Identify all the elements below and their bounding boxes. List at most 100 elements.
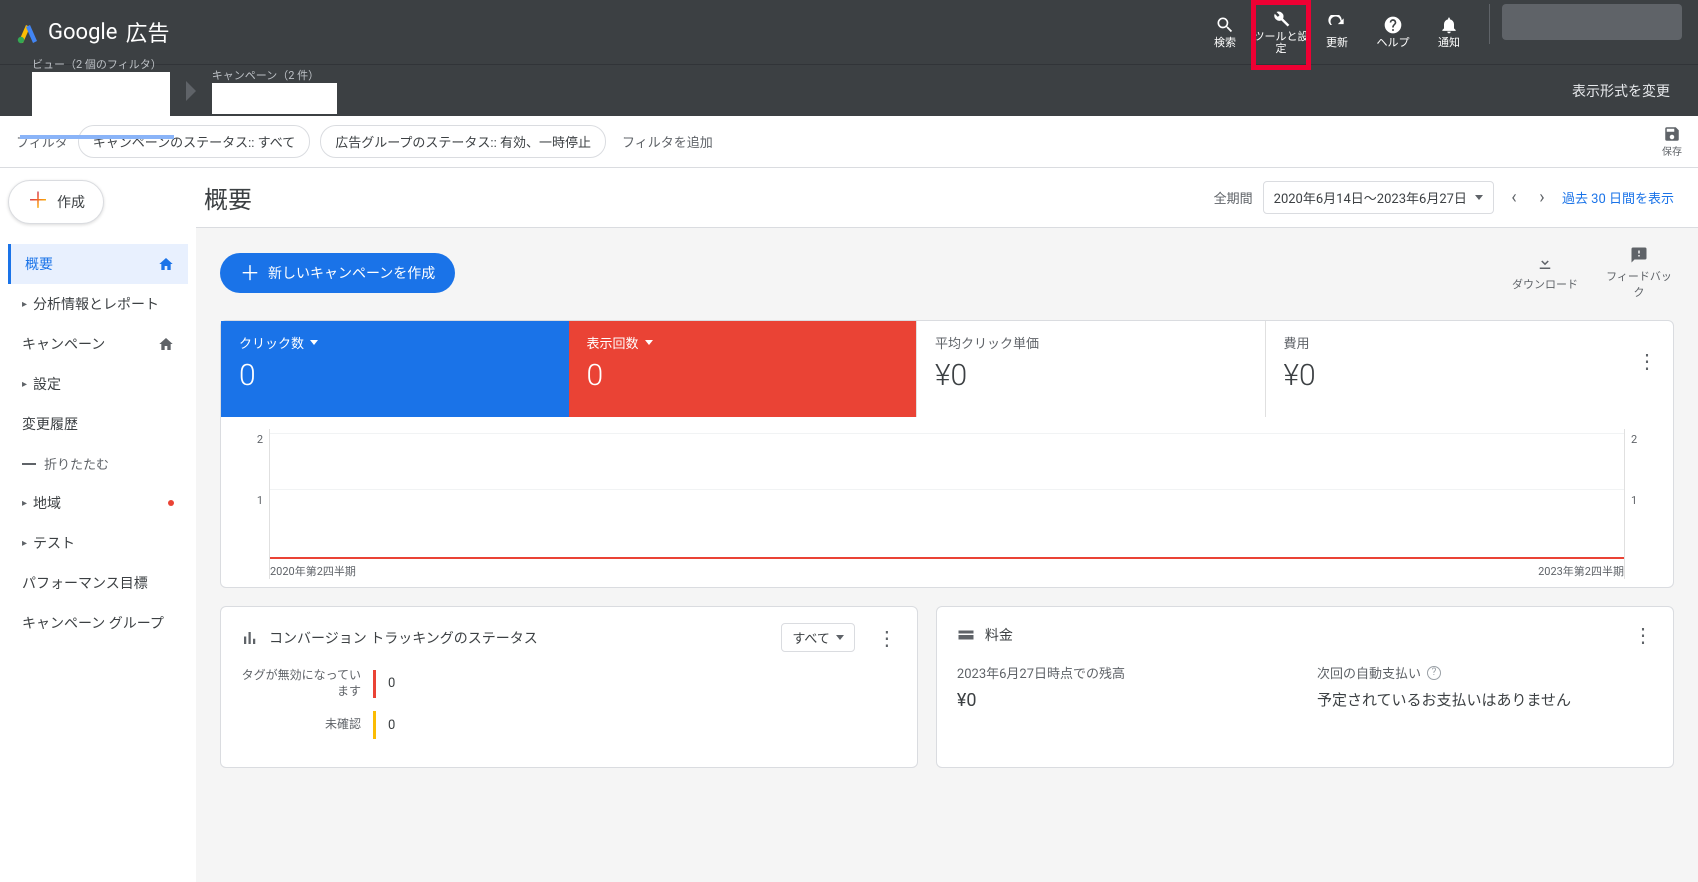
- create-button[interactable]: ＋ 作成: [8, 180, 104, 224]
- billing-card: 料金 ⋮ 2023年6月27日時点での残高 ¥0 次回の自動支払い ?: [936, 606, 1674, 768]
- active-indicator: [20, 135, 174, 139]
- cv-bar-yellow: [373, 711, 376, 739]
- plus-icon: ＋: [240, 263, 260, 283]
- sidebar-collapse[interactable]: 折りたたむ: [8, 444, 188, 483]
- account-switcher[interactable]: [1502, 4, 1682, 40]
- sidebar-item-settings[interactable]: ▸ 設定: [8, 364, 188, 404]
- main-header: 概要 全期間 2020年6月14日～2023年6月27日 ‹ › 過去 30 日…: [196, 168, 1698, 228]
- new-campaign-button[interactable]: ＋ 新しいキャンペーンを作成: [220, 253, 455, 293]
- top-bar: Google 広告 検索 ツールと設定 更新 ヘルプ 通知: [0, 0, 1698, 64]
- notifications-action[interactable]: 通知: [1421, 4, 1477, 60]
- feedback-action[interactable]: フィードバック: [1604, 246, 1674, 300]
- metrics-row: クリック数 0 表示回数 0 平均クリック単価 ¥0 費用: [221, 321, 1673, 417]
- cv-filter-select[interactable]: すべて: [781, 623, 855, 652]
- chevron-down-icon: [274, 109, 282, 114]
- breadcrumb-bar: ビュー（2 個のフィルタ） すべてのキャンペーン キャンペーン（2 件） キャン…: [0, 64, 1698, 116]
- refresh-icon: [1327, 15, 1347, 35]
- sidebar-item-groups[interactable]: キャンペーン グループ: [8, 603, 188, 643]
- sidebar-item-overview[interactable]: 概要: [8, 244, 188, 284]
- sidebar: ＋ 作成 概要 ▸ 分析情報とレポート キャンペーン ▸ 設定 変更履歴 折りた…: [0, 168, 196, 882]
- more-menu[interactable]: ⋮: [1633, 623, 1653, 647]
- sidebar-item-test[interactable]: ▸ テスト: [8, 523, 188, 563]
- cv-row-unverified: 未確認 0: [241, 711, 897, 739]
- chevron-down-icon: [645, 340, 653, 345]
- cv-bar-red: [373, 670, 376, 698]
- refresh-action[interactable]: 更新: [1309, 4, 1365, 60]
- prev-period[interactable]: ‹: [1502, 186, 1526, 210]
- sidebar-item-performance[interactable]: パフォーマンス目標: [8, 563, 188, 603]
- conversion-tracking-card: コンバージョン トラッキングのステータス すべて ⋮ タグが無効になっています …: [220, 606, 918, 768]
- tools-settings-action[interactable]: ツールと設定: [1253, 4, 1309, 60]
- change-view-format[interactable]: 表示形式を変更: [1556, 81, 1686, 101]
- brand-suffix: 広告: [125, 16, 169, 48]
- help-icon: [1383, 15, 1403, 35]
- y-axis-right: 21: [1625, 429, 1653, 579]
- metric-clicks[interactable]: クリック数 0: [221, 321, 569, 417]
- filter-chip-campaign-status[interactable]: キャンペーンのステータス:: すべて: [78, 125, 310, 158]
- filter-bar: フィルタ キャンペーンのステータス:: すべて 広告グループのステータス:: 有…: [0, 116, 1698, 168]
- metric-overflow: ⋮: [1613, 321, 1673, 417]
- help-tooltip-icon[interactable]: ?: [1427, 666, 1441, 680]
- brand: Google 広告: [16, 16, 169, 48]
- search-action[interactable]: 検索: [1197, 4, 1253, 60]
- sidebar-item-campaigns[interactable]: キャンペーン: [8, 324, 188, 364]
- next-period[interactable]: ›: [1530, 186, 1554, 210]
- add-filter[interactable]: フィルタを追加: [622, 132, 713, 151]
- help-action[interactable]: ヘルプ: [1365, 4, 1421, 60]
- series-impressions-line: [270, 557, 1624, 559]
- download-action[interactable]: ダウンロード: [1510, 254, 1580, 292]
- brand-name: Google: [48, 20, 117, 45]
- page-title: 概要: [204, 180, 252, 215]
- more-menu[interactable]: ⋮: [1637, 349, 1657, 373]
- payment-icon: [957, 626, 975, 644]
- bell-icon: [1439, 15, 1459, 35]
- metric-cost[interactable]: 費用 ¥0: [1266, 321, 1614, 417]
- save-icon: [1663, 125, 1681, 143]
- next-payment-col: 次回の自動支払い ? 予定されているお支払いはありません: [1317, 663, 1653, 711]
- main: 概要 全期間 2020年6月14日～2023年6月27日 ‹ › 過去 30 日…: [196, 168, 1698, 882]
- balance-col: 2023年6月27日時点での残高 ¥0: [957, 663, 1293, 711]
- google-ads-logo-icon: [16, 20, 40, 44]
- bottom-cards: コンバージョン トラッキングのステータス すべて ⋮ タグが無効になっています …: [220, 606, 1674, 768]
- y-axis-left: 21: [241, 429, 269, 579]
- alert-dot-icon: [168, 500, 174, 506]
- sidebar-item-regions[interactable]: ▸ 地域: [8, 483, 188, 523]
- cv-row-disabled: タグが無効になっています 0: [241, 668, 897, 699]
- trend-chart: 21 2020年第2四半期 2023年第2四半期: [221, 417, 1673, 587]
- collapse-icon: [22, 463, 36, 465]
- plus-icon: ＋: [27, 191, 49, 213]
- main-content: ＋ 新しいキャンペーンを作成 ダウンロード フィードバック クリック数: [196, 228, 1698, 882]
- save-filter[interactable]: 保存: [1662, 125, 1682, 158]
- metric-impressions[interactable]: 表示回数 0: [569, 321, 917, 417]
- home-icon: [158, 256, 174, 272]
- sidebar-item-history[interactable]: 変更履歴: [8, 404, 188, 444]
- highlight-box: [1251, 0, 1311, 70]
- more-menu[interactable]: ⋮: [877, 626, 897, 650]
- bar-chart-icon: [241, 629, 259, 647]
- metrics-card: クリック数 0 表示回数 0 平均クリック単価 ¥0 費用: [220, 320, 1674, 588]
- chevron-right-icon: ▸: [22, 379, 27, 390]
- date-range-picker[interactable]: 2020年6月14日～2023年6月27日: [1263, 181, 1494, 214]
- show-last-30-days[interactable]: 過去 30 日間を表示: [1562, 188, 1674, 207]
- feedback-icon: [1630, 246, 1648, 264]
- search-icon: [1215, 15, 1235, 35]
- breadcrumb-separator: [186, 81, 196, 101]
- top-actions: 検索 ツールと設定 更新 ヘルプ 通知: [1197, 4, 1682, 60]
- chevron-down-icon: [836, 635, 844, 640]
- chevron-down-icon: [1475, 195, 1483, 200]
- download-icon: [1536, 254, 1554, 272]
- breadcrumb-view[interactable]: ビュー（2 個のフィルタ） すべてのキャンペーン: [12, 56, 182, 125]
- chart-plot[interactable]: 2020年第2四半期 2023年第2四半期: [269, 429, 1625, 579]
- filter-chip-adgroup-status[interactable]: 広告グループのステータス:: 有効、一時停止: [320, 125, 606, 158]
- home-icon: [93, 72, 109, 88]
- metric-cpc[interactable]: 平均クリック単価 ¥0: [917, 321, 1265, 417]
- chevron-down-icon: [101, 120, 109, 125]
- chevron-down-icon: [310, 340, 318, 345]
- body: ＋ 作成 概要 ▸ 分析情報とレポート キャンペーン ▸ 設定 変更履歴 折りた…: [0, 168, 1698, 882]
- chevron-right-icon: ▸: [22, 299, 27, 310]
- sidebar-item-insights[interactable]: ▸ 分析情報とレポート: [8, 284, 188, 324]
- period-label: 全期間: [1214, 188, 1253, 207]
- home-icon: [158, 336, 174, 352]
- breadcrumb-campaign[interactable]: キャンペーン（2 件） キャンペーンを選択: [200, 67, 349, 114]
- chevron-right-icon: ▸: [22, 498, 27, 509]
